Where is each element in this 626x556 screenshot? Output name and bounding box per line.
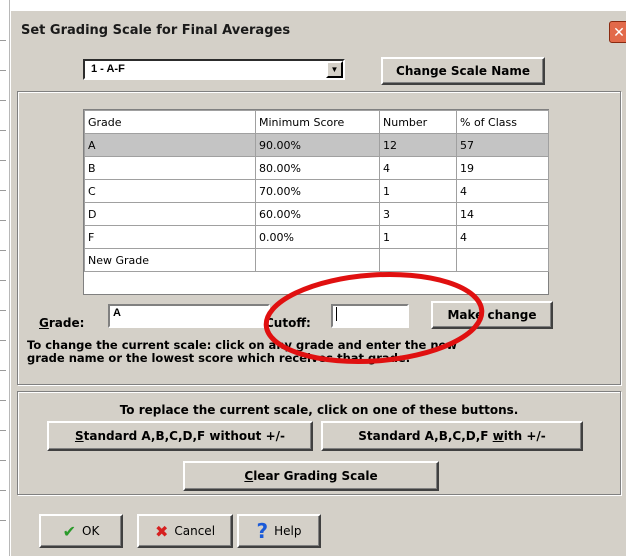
- cell-grade: New Grade: [84, 248, 256, 272]
- table-row[interactable]: A 90.00% 12 57: [84, 133, 549, 157]
- cell-number: 12: [379, 133, 457, 157]
- change-scale-name-button[interactable]: Change Scale Name: [381, 57, 545, 85]
- cell-minimum-score: [255, 248, 380, 272]
- grading-scale-dialog: Set Grading Scale for Final Averages ✕ 1…: [10, 10, 626, 556]
- table-header-row: Grade Minimum Score Number % of Class: [84, 110, 549, 134]
- scale-select-value: 1 - A-F: [91, 63, 125, 75]
- grade-label: Grade:: [39, 316, 85, 330]
- cell-number: 3: [379, 202, 457, 226]
- make-change-button[interactable]: Make change: [431, 301, 553, 329]
- table-row[interactable]: D 60.00% 3 14: [84, 202, 549, 226]
- cell-number: [379, 248, 457, 272]
- column-header-number: Number: [379, 110, 457, 134]
- title-bar: Set Grading Scale for Final Averages ✕: [11, 11, 626, 47]
- cell-percent-of-class: 14: [456, 202, 549, 226]
- grade-table[interactable]: Grade Minimum Score Number % of Class A …: [83, 109, 549, 295]
- table-row[interactable]: B 80.00% 4 19: [84, 156, 549, 180]
- question-icon: ?: [256, 519, 269, 543]
- scale-select[interactable]: 1 - A-F ▼: [83, 59, 345, 80]
- cell-grade: F: [84, 225, 256, 249]
- cell-percent-of-class: 4: [456, 225, 549, 249]
- cancel-button[interactable]: ✖ Cancel: [137, 514, 233, 548]
- table-row-new-grade[interactable]: New Grade: [84, 248, 549, 272]
- column-header-minimum-score: Minimum Score: [255, 110, 380, 134]
- cell-percent-of-class: 4: [456, 179, 549, 203]
- text-cursor: [336, 307, 337, 321]
- cell-grade: B: [84, 156, 256, 180]
- x-icon: ✖: [154, 521, 169, 541]
- cutoff-label: Cutoff:: [265, 316, 311, 330]
- cell-number: 1: [379, 225, 457, 249]
- close-icon: ✕: [613, 24, 625, 40]
- grade-input[interactable]: A: [108, 304, 270, 328]
- column-header-percent-of-class: % of Class: [456, 110, 549, 134]
- cell-grade: A: [84, 133, 256, 157]
- clear-grading-scale-button[interactable]: Clear Grading Scale: [183, 461, 439, 491]
- standard-without-plus-minus-button[interactable]: Standard A,B,C,D,F without +/-: [47, 421, 313, 451]
- ok-button[interactable]: ✔ OK: [39, 514, 123, 548]
- cell-minimum-score: 70.00%: [255, 179, 380, 203]
- cell-minimum-score: 90.00%: [255, 133, 380, 157]
- cell-grade: C: [84, 179, 256, 203]
- cell-number: 4: [379, 156, 457, 180]
- cell-grade: D: [84, 202, 256, 226]
- checkmark-icon: ✔: [62, 521, 77, 541]
- table-row[interactable]: F 0.00% 1 4: [84, 225, 549, 249]
- chevron-down-icon[interactable]: ▼: [326, 61, 343, 78]
- cutoff-input[interactable]: [331, 304, 409, 328]
- table-row[interactable]: C 70.00% 1 4: [84, 179, 549, 203]
- cell-percent-of-class: [456, 248, 549, 272]
- cell-minimum-score: 0.00%: [255, 225, 380, 249]
- cell-minimum-score: 80.00%: [255, 156, 380, 180]
- instructions-text: To change the current scale: click on an…: [27, 338, 457, 365]
- close-button[interactable]: ✕: [609, 21, 626, 43]
- dialog-title: Set Grading Scale for Final Averages: [21, 23, 291, 38]
- replace-scale-text: To replace the current scale, click on o…: [119, 403, 519, 417]
- column-header-grade: Grade: [84, 110, 256, 134]
- standard-with-plus-minus-button[interactable]: Standard A,B,C,D,F with +/-: [321, 421, 583, 451]
- cell-percent-of-class: 57: [456, 133, 549, 157]
- cell-percent-of-class: 19: [456, 156, 549, 180]
- background-window-edge: [0, 0, 10, 556]
- cell-number: 1: [379, 179, 457, 203]
- cell-minimum-score: 60.00%: [255, 202, 380, 226]
- help-button[interactable]: ? Help: [237, 514, 321, 548]
